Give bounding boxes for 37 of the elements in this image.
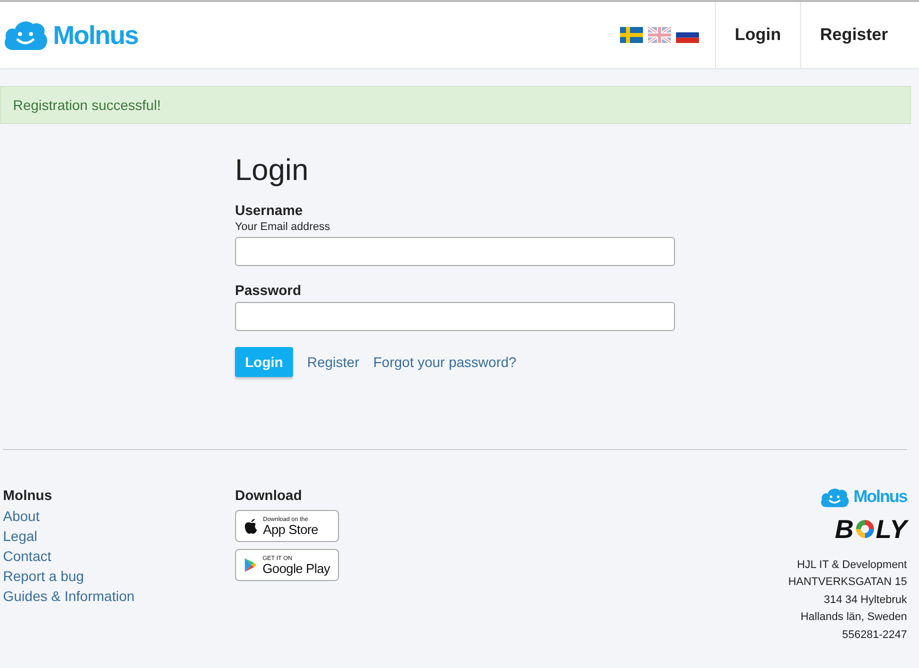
cloud-logo-icon bbox=[3, 19, 49, 51]
login-button[interactable]: Login bbox=[235, 347, 294, 377]
address-line: Hallands län, Sweden bbox=[800, 610, 907, 626]
footer-link[interactable]: Contact bbox=[3, 546, 235, 566]
badge-title: App Store bbox=[263, 522, 318, 536]
footer-heading: Molnus bbox=[3, 487, 53, 503]
address-line: 314 34 Hyltebruk bbox=[824, 592, 907, 608]
footer-heading: Download bbox=[235, 487, 303, 503]
apple-icon bbox=[244, 518, 258, 534]
footer-link[interactable]: Legal bbox=[3, 526, 235, 546]
address-line: 556281-2247 bbox=[842, 628, 907, 643]
sweden-flag-icon[interactable] bbox=[620, 27, 643, 43]
colored-ring-icon bbox=[854, 518, 876, 540]
form-link[interactable]: Forgot your password? bbox=[373, 354, 516, 370]
address-line: HANTVERKSGATAN 15 bbox=[788, 575, 907, 590]
nav-link[interactable]: Login bbox=[714, 2, 800, 68]
partner-logo-text: B bbox=[834, 514, 854, 545]
footer-link[interactable]: Report a bug bbox=[3, 566, 235, 586]
success-alert: Registration successful! bbox=[0, 86, 911, 124]
badge-title: Google Play bbox=[262, 562, 330, 574]
play-icon bbox=[244, 556, 258, 574]
input-field[interactable] bbox=[235, 237, 675, 266]
brand-name[interactable]: Molnus bbox=[53, 20, 138, 50]
partner-logo-text: LY bbox=[876, 514, 907, 545]
form-link[interactable]: Register bbox=[307, 354, 360, 370]
nav-link[interactable]: Register bbox=[800, 2, 907, 68]
field-label: Username bbox=[235, 202, 304, 218]
input-field[interactable] bbox=[235, 302, 675, 331]
uk-flag-icon[interactable] bbox=[648, 27, 671, 43]
footer-link[interactable]: Guides & Information bbox=[3, 586, 235, 606]
field-hint: Your Email address bbox=[235, 221, 331, 233]
address-line: HJL IT & Development bbox=[796, 558, 907, 573]
cloud-logo-icon bbox=[820, 487, 850, 508]
field-label: Password bbox=[235, 282, 302, 298]
footer-brand: Molnus bbox=[854, 487, 907, 508]
footer-link[interactable]: About bbox=[3, 506, 235, 526]
page-title: Login bbox=[235, 154, 310, 188]
